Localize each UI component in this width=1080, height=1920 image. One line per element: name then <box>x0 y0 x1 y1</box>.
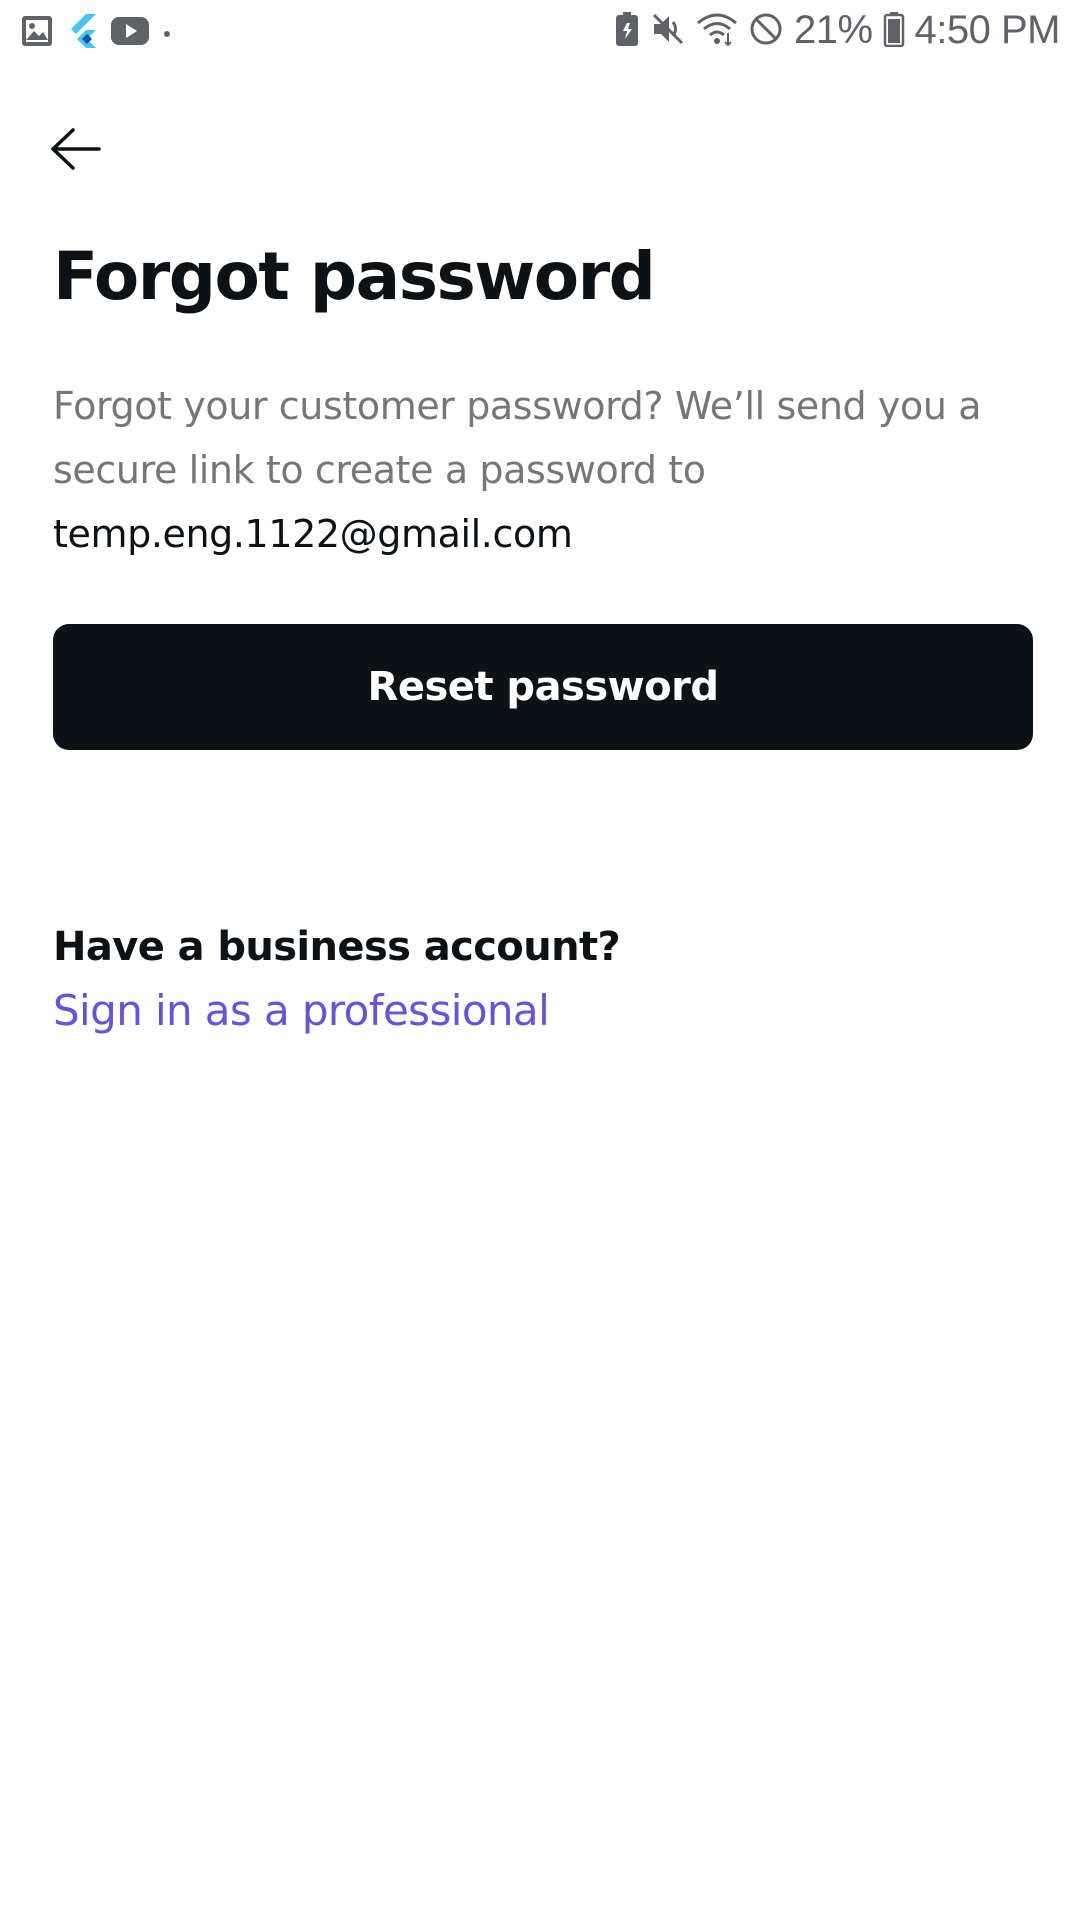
flutter-icon <box>66 12 98 54</box>
youtube-icon <box>110 16 150 50</box>
status-bar: 21% 4:50 PM <box>0 0 1080 64</box>
page-title: Forgot password <box>53 238 656 315</box>
dot-icon <box>162 24 172 43</box>
sign-in-professional-link[interactable]: Sign in as a professional <box>53 986 550 1035</box>
description-text: Forgot your customer password? We’ll sen… <box>53 374 1033 566</box>
gallery-icon <box>20 14 54 52</box>
arrow-left-icon <box>49 127 103 175</box>
status-bar-right: 21% 4:50 PM <box>604 8 1061 53</box>
description-body: Forgot your customer password? We’ll sen… <box>53 384 982 492</box>
clock: 4:50 PM <box>914 8 1061 52</box>
battery-saver-icon <box>614 11 640 51</box>
reset-password-button[interactable]: Reset password <box>53 624 1033 750</box>
mute-icon <box>650 11 686 51</box>
status-bar-left <box>20 12 184 54</box>
back-button[interactable] <box>40 115 112 187</box>
battery-percent: 21% <box>793 8 873 52</box>
battery-icon <box>883 11 905 51</box>
wifi-icon <box>696 11 738 51</box>
business-account-question: Have a business account? <box>53 924 621 970</box>
do-not-disturb-icon <box>748 11 784 51</box>
email-address: temp.eng.1122@gmail.com <box>53 512 573 556</box>
